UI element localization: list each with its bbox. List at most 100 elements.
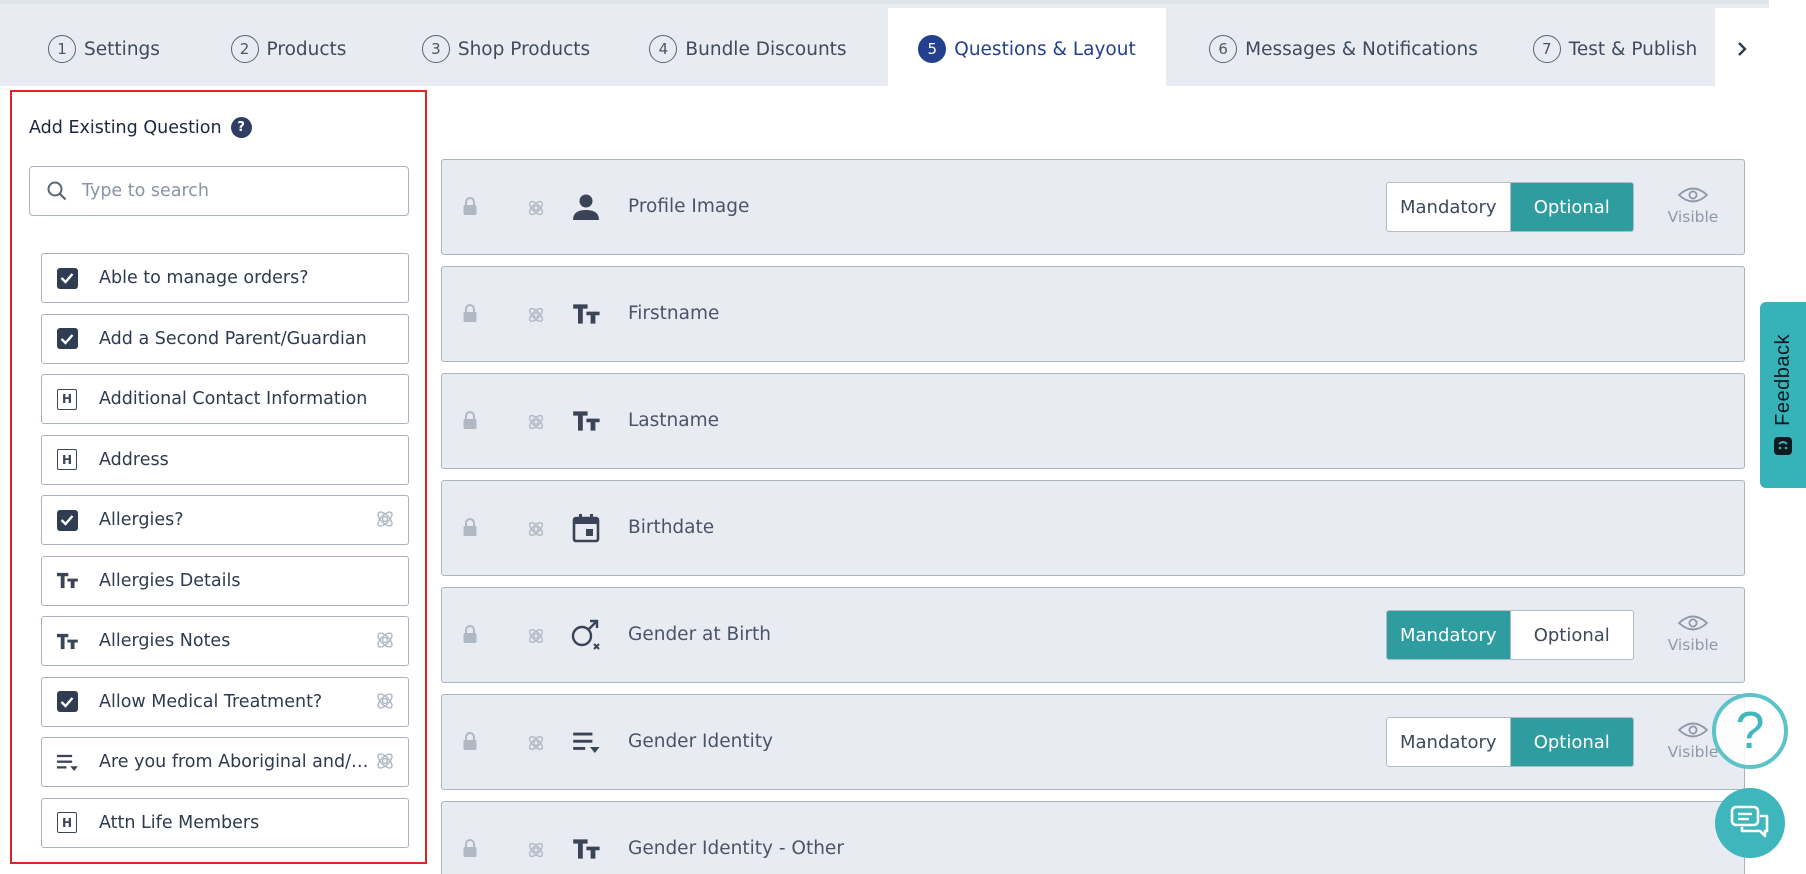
- text-icon: [55, 629, 79, 653]
- tab-step-number: 1: [48, 35, 77, 63]
- chat-button[interactable]: [1715, 788, 1785, 858]
- tab-bundle-discounts[interactable]: 4 Bundle Discounts: [640, 8, 856, 90]
- layout-field-row[interactable]: Firstname: [441, 266, 1745, 362]
- help-icon[interactable]: ?: [230, 117, 252, 138]
- atom-icon: [374, 629, 396, 655]
- lock-icon: [462, 731, 478, 755]
- tabs-next-button[interactable]: [1715, 8, 1769, 90]
- eye-icon: [1677, 614, 1709, 636]
- tab-label: Test & Publish: [1568, 38, 1698, 60]
- heading-icon: H: [55, 448, 79, 472]
- tab-questions-layout[interactable]: 5 Questions & Layout: [888, 8, 1166, 90]
- tab-products[interactable]: 2 Products: [212, 8, 365, 90]
- field-label: Gender Identity - Other: [628, 838, 844, 859]
- lock-icon: [462, 303, 478, 327]
- heading-icon: H: [55, 811, 79, 835]
- dropdown-list-icon: [55, 750, 79, 774]
- checkbox-checked-icon: [55, 508, 79, 532]
- layout-field-row[interactable]: Gender at Birth Mandatory Optional Visib…: [441, 587, 1745, 683]
- tab-shop-products[interactable]: 3 Shop Products: [407, 8, 605, 90]
- question-label: Additional Contact Information: [99, 389, 368, 409]
- search-input[interactable]: [82, 181, 372, 201]
- visible-label: Visible: [1667, 208, 1719, 226]
- tab-messages-notifications[interactable]: 6 Messages & Notifications: [1180, 8, 1507, 90]
- form-layout-list: Profile Image Mandatory Optional Visible…: [441, 159, 1745, 874]
- tab-step-number: 3: [421, 35, 450, 63]
- field-label: Firstname: [628, 303, 720, 324]
- feedback-tab[interactable]: Feedback: [1760, 302, 1806, 488]
- question-label: Allergies Details: [99, 570, 241, 591]
- visibility-toggle[interactable]: Visible: [1663, 186, 1723, 226]
- layout-field-row[interactable]: Gender Identity Mandatory Optional Visib…: [441, 694, 1745, 790]
- lock-icon: [462, 517, 478, 541]
- search-icon: [47, 181, 67, 201]
- tab-step-number: 7: [1532, 35, 1561, 63]
- existing-question-item[interactable]: H Additional Contact Information: [41, 374, 409, 424]
- atom-icon: [526, 840, 546, 864]
- existing-question-item[interactable]: Allow Medical Treatment?: [41, 676, 409, 727]
- existing-question-item[interactable]: Add a Second Parent/Guardian: [41, 313, 409, 364]
- optional-option[interactable]: Optional: [1510, 183, 1633, 231]
- tab-step-number: 4: [649, 35, 678, 63]
- atom-icon: [374, 690, 396, 716]
- tab-step-number: 5: [918, 35, 947, 63]
- lock-icon: [462, 624, 478, 648]
- existing-question-item[interactable]: Able to manage orders?: [41, 253, 409, 303]
- chat-bubbles-icon: [1730, 805, 1769, 838]
- tab-step-number: 6: [1209, 35, 1238, 63]
- visibility-toggle[interactable]: Visible: [1663, 614, 1723, 654]
- question-label: Allergies Notes: [99, 631, 231, 651]
- calendar-icon: [569, 511, 603, 545]
- mandatory-option[interactable]: Mandatory: [1387, 718, 1511, 766]
- text-icon: [55, 569, 79, 593]
- atom-icon: [526, 412, 546, 436]
- tab-label: Products: [266, 38, 347, 60]
- tab-step-number: 2: [230, 35, 259, 63]
- visible-label: Visible: [1667, 743, 1719, 761]
- existing-question-item[interactable]: Allergies?: [41, 495, 409, 545]
- existing-question-item[interactable]: H Address: [41, 434, 409, 485]
- tab-label: Questions & Layout: [954, 38, 1136, 60]
- layout-field-row[interactable]: Birthdate: [441, 480, 1745, 576]
- question-label: Able to manage orders?: [99, 268, 309, 288]
- atom-icon: [374, 508, 396, 534]
- question-list: Able to manage orders? Add a Second Pare…: [41, 253, 409, 858]
- feedback-smile-icon: [1774, 436, 1792, 455]
- question-label: Are you from Aboriginal and/or Torres St…: [99, 752, 379, 772]
- tab-settings[interactable]: 1 Settings: [20, 8, 188, 90]
- add-existing-question-panel: Add Existing Question ? Able to manage o…: [10, 90, 427, 864]
- heading-icon: H: [55, 387, 79, 411]
- lock-icon: [462, 410, 478, 434]
- lock-icon: [462, 838, 478, 862]
- mandatory-option[interactable]: Mandatory: [1387, 183, 1511, 231]
- layout-field-row[interactable]: Profile Image Mandatory Optional Visible: [441, 159, 1745, 255]
- atom-icon: [526, 626, 546, 650]
- wizard-tab-bar: 1 Settings 2 Products 3 Shop Products 4 Bundle …: [0, 0, 1769, 90]
- existing-question-item[interactable]: H Attn Life Members: [41, 797, 409, 848]
- optional-option[interactable]: Optional: [1511, 611, 1634, 659]
- atom-icon: [374, 750, 396, 776]
- chevron-right-icon: [1738, 42, 1747, 56]
- text-icon: [569, 404, 603, 438]
- visible-label: Visible: [1667, 636, 1719, 654]
- existing-question-item[interactable]: Are you from Aboriginal and/or Torres St…: [41, 737, 409, 787]
- existing-question-item[interactable]: Allergies Notes: [41, 616, 409, 666]
- atom-icon: [526, 733, 546, 757]
- feedback-label: Feedback: [1771, 334, 1794, 426]
- layout-field-row[interactable]: Gender Identity - Other: [441, 801, 1745, 874]
- optional-option[interactable]: Optional: [1510, 718, 1633, 766]
- text-icon: [569, 832, 603, 866]
- tab-test-publish[interactable]: 7 Test & Publish: [1516, 8, 1714, 90]
- panel-title-text: Add Existing Question: [29, 117, 222, 138]
- atom-icon: [526, 198, 546, 222]
- lock-icon: [462, 196, 478, 220]
- field-label: Birthdate: [628, 517, 715, 538]
- question-search[interactable]: [29, 166, 409, 216]
- layout-field-row[interactable]: Lastname: [441, 373, 1745, 469]
- existing-question-item[interactable]: Allergies Details: [41, 555, 409, 606]
- question-label: Add a Second Parent/Guardian: [99, 328, 367, 349]
- question-label: Address: [99, 449, 169, 470]
- help-float-button[interactable]: ?: [1712, 693, 1788, 769]
- mandatory-option[interactable]: Mandatory: [1387, 611, 1511, 659]
- question-label: Allergies?: [99, 510, 184, 530]
